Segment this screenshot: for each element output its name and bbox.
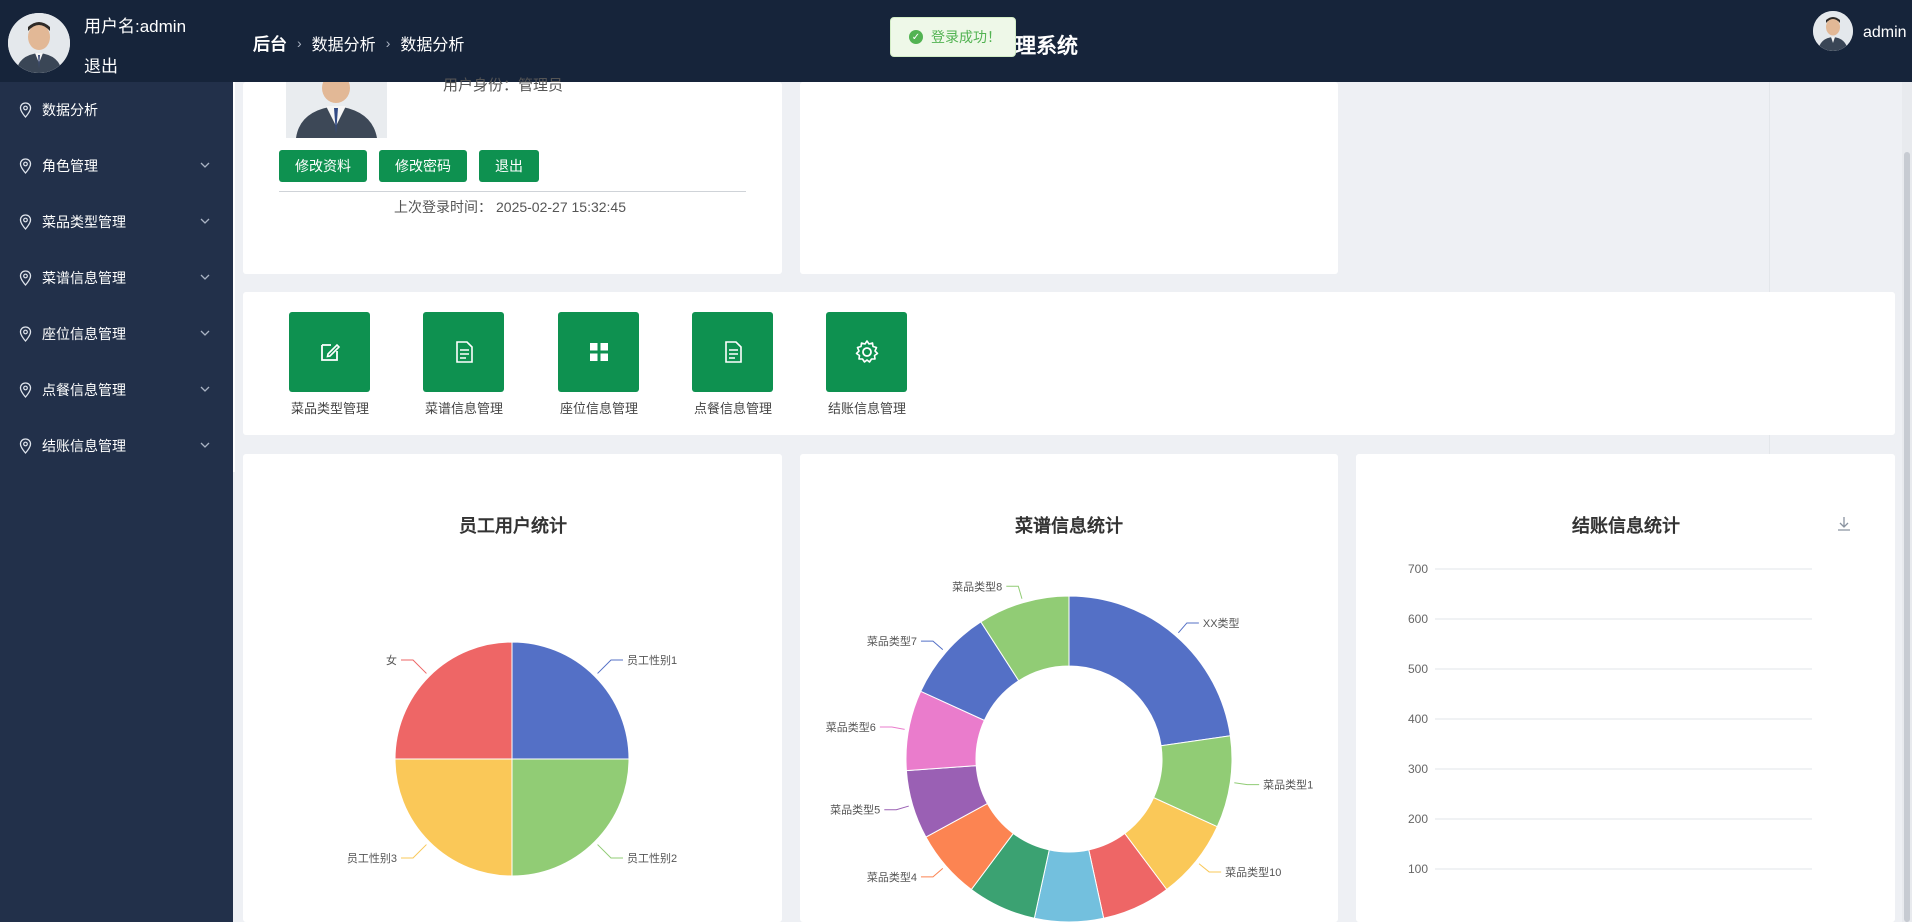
sidebar-item-5[interactable]: 点餐信息管理 xyxy=(0,362,233,418)
location-pin-icon xyxy=(19,270,32,286)
chevron-right-icon: › xyxy=(297,34,302,51)
check-circle-icon: ✓ xyxy=(909,30,923,44)
quick-link-0[interactable]: 菜品类型管理 xyxy=(289,312,371,416)
header-right-username[interactable]: admin xyxy=(1863,24,1907,42)
profile-divider xyxy=(279,191,746,192)
breadcrumb-level-2: 数据分析 xyxy=(400,36,465,54)
location-pin-icon xyxy=(19,158,32,174)
change-password-button[interactable]: 修改密码 xyxy=(379,150,467,182)
sidebar-item-6[interactable]: 结账信息管理 xyxy=(0,418,233,474)
sidebar-item-label: 结账信息管理 xyxy=(42,438,126,454)
info-panel xyxy=(800,82,1338,274)
toast-message: 登录成功！ xyxy=(931,29,1001,45)
quick-link-2[interactable]: 座位信息管理 xyxy=(558,312,640,416)
system-title: 理系统 xyxy=(1015,35,1078,58)
edit-icon[interactable] xyxy=(289,312,370,392)
billing-chart-title: 结账信息统计 xyxy=(1572,516,1680,536)
sidebar-item-label: 座位信息管理 xyxy=(42,326,126,342)
breadcrumb: 后台 › 数据分析 › 数据分析 xyxy=(253,30,464,55)
quick-link-label: 点餐信息管理 xyxy=(693,401,772,416)
user-avatar-small[interactable] xyxy=(1813,11,1853,51)
profile-photo xyxy=(286,82,387,138)
chevron-down-icon xyxy=(200,386,210,392)
grid-icon[interactable] xyxy=(558,312,639,392)
sidebar-item-0[interactable]: 数据分析 xyxy=(0,82,233,138)
header-logout-link[interactable]: 退出 xyxy=(84,52,118,77)
gear-icon[interactable] xyxy=(826,312,907,392)
sidebar-item-label: 角色管理 xyxy=(42,158,98,174)
breadcrumb-level-1[interactable]: 数据分析 xyxy=(312,31,376,55)
sidebar-item-label: 点餐信息管理 xyxy=(42,382,126,398)
last-login-info: 上次登录时间： 2025-02-27 15:32:45 xyxy=(394,197,626,217)
sidebar-item-3[interactable]: 菜谱信息管理 xyxy=(0,250,233,306)
location-pin-icon xyxy=(19,382,32,398)
sidebar-item-label: 菜谱信息管理 xyxy=(42,270,126,286)
location-pin-icon xyxy=(19,102,32,118)
quick-link-label: 结账信息管理 xyxy=(827,401,906,416)
chevron-down-icon xyxy=(200,442,210,448)
edit-profile-button[interactable]: 修改资料 xyxy=(279,150,367,182)
page-scrollbar-thumb[interactable] xyxy=(1904,152,1910,922)
chevron-down-icon xyxy=(200,218,210,224)
sidebar-item-2[interactable]: 菜品类型管理 xyxy=(0,194,233,250)
document-icon[interactable] xyxy=(692,312,773,392)
chevron-down-icon xyxy=(200,274,210,280)
success-toast: ✓ 登录成功！ xyxy=(890,17,1016,57)
top-header: 用户名:admin 退出 后台 › 数据分析 › 数据分析 理系统 ✓ 登录成功… xyxy=(0,0,1912,82)
sidebar-item-4[interactable]: 座位信息管理 xyxy=(0,306,233,362)
location-pin-icon xyxy=(19,214,32,230)
quick-link-1[interactable]: 菜谱信息管理 xyxy=(423,312,505,416)
last-login-label: 上次登录时间： xyxy=(394,199,492,215)
staff-chart-title: 员工用户统计 xyxy=(459,516,567,536)
quick-link-label: 座位信息管理 xyxy=(559,401,638,416)
last-login-value: 2025-02-27 15:32:45 xyxy=(496,199,626,215)
header-username: 用户名:admin xyxy=(84,17,187,36)
recipe-chart-title: 菜谱信息统计 xyxy=(1015,516,1123,536)
quick-link-4[interactable]: 结账信息管理 xyxy=(826,312,908,416)
quick-link-3[interactable]: 点餐信息管理 xyxy=(692,312,774,416)
sidebar-item-label: 菜品类型管理 xyxy=(42,214,126,230)
chevron-right-icon: › xyxy=(385,34,391,51)
breadcrumb-root[interactable]: 后台 xyxy=(253,30,287,55)
chevron-down-icon xyxy=(200,330,210,336)
sidebar-item-label: 数据分析 xyxy=(42,102,98,118)
quick-link-label: 菜品类型管理 xyxy=(290,401,369,416)
quick-link-label: 菜谱信息管理 xyxy=(424,401,503,416)
document-icon[interactable] xyxy=(423,312,504,392)
user-avatar[interactable] xyxy=(8,13,70,73)
location-pin-icon xyxy=(19,326,32,342)
chevron-down-icon xyxy=(200,162,210,168)
sidebar-divider xyxy=(233,82,235,472)
user-role-text: 用户身份：管理员 xyxy=(443,77,564,94)
logout-button[interactable]: 退出 xyxy=(479,150,539,182)
location-pin-icon xyxy=(19,438,32,454)
sidebar-item-1[interactable]: 角色管理 xyxy=(0,138,233,194)
